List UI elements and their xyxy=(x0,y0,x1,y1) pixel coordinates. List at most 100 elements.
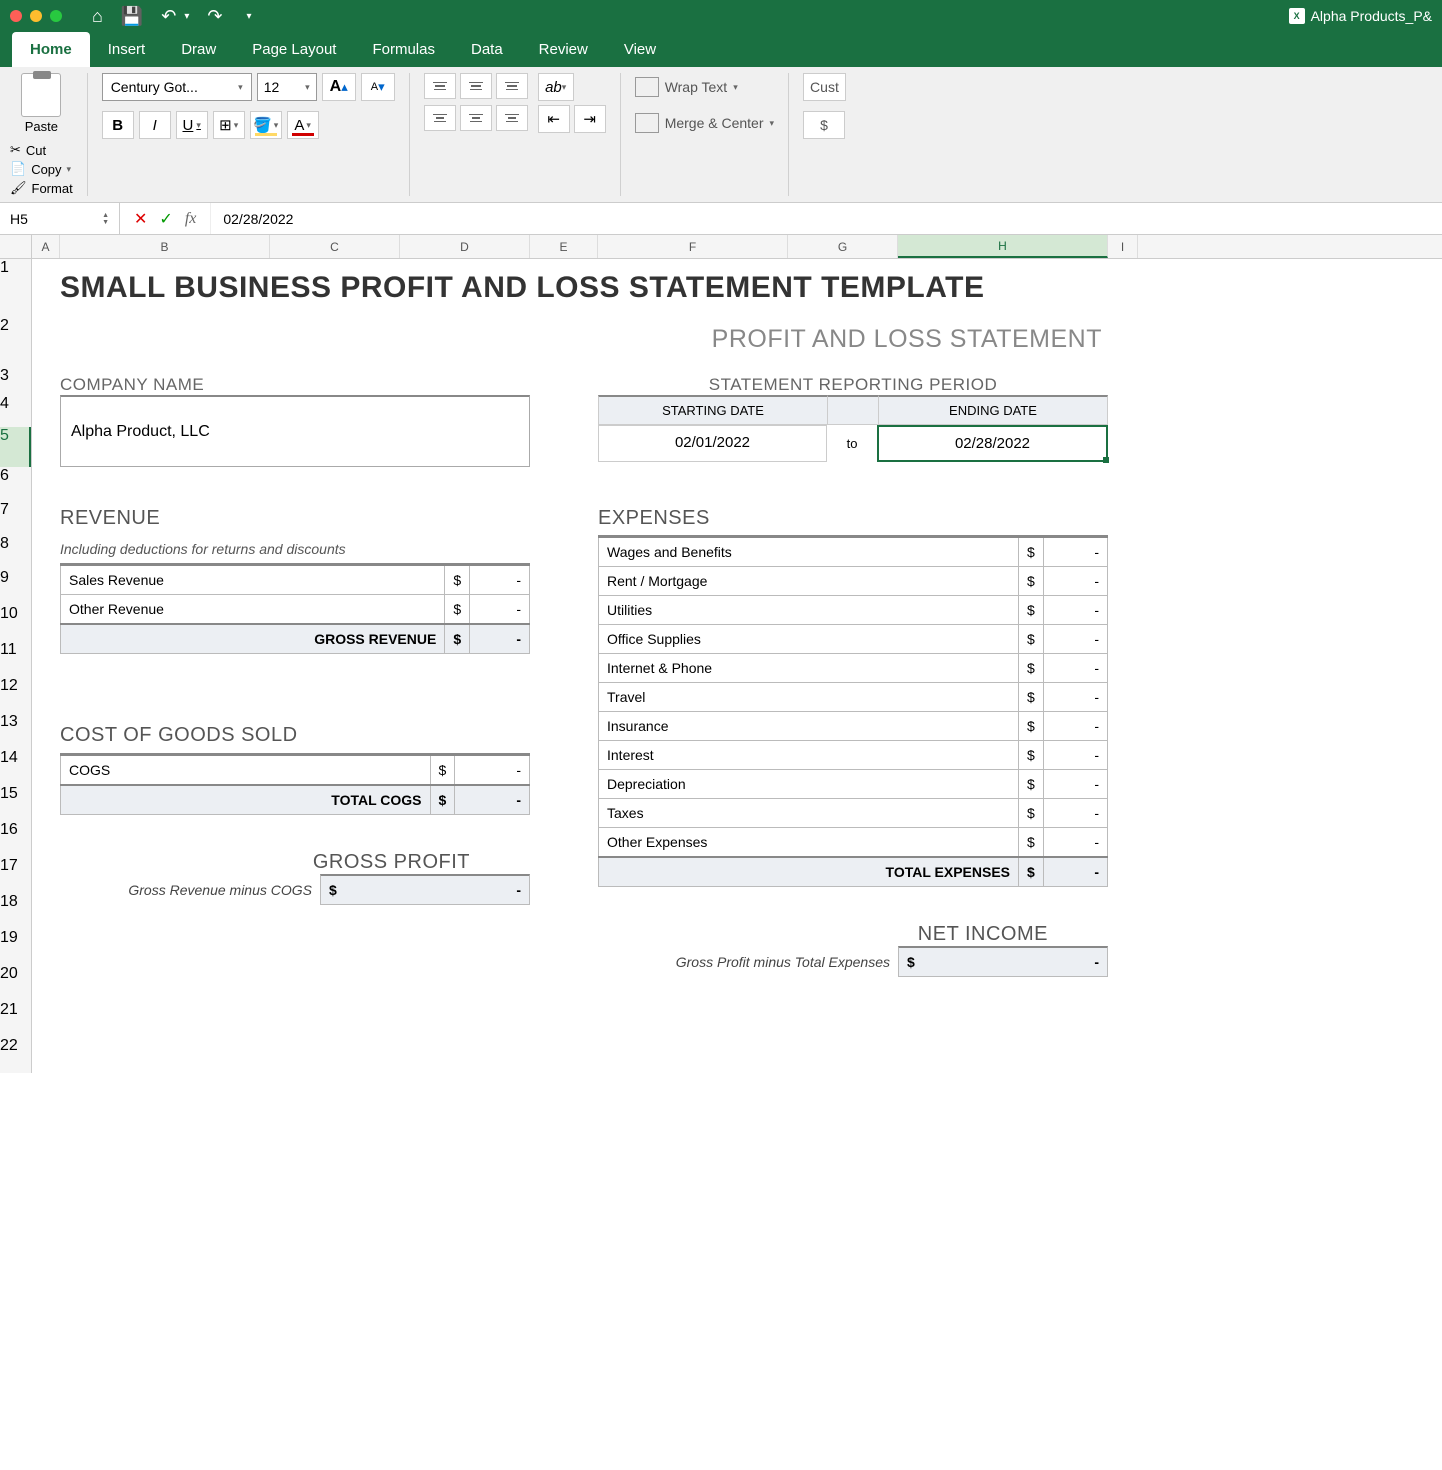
cell[interactable]: Office Supplies xyxy=(599,625,1019,654)
cell[interactable]: COGS xyxy=(61,755,431,786)
cell[interactable]: - xyxy=(1043,741,1107,770)
cell[interactable]: - xyxy=(470,565,530,595)
row-header-1[interactable]: 1 xyxy=(0,259,31,317)
select-all-corner[interactable] xyxy=(0,235,32,258)
align-top-button[interactable] xyxy=(424,73,456,99)
copy-button[interactable]: 📄Copy▾ xyxy=(10,161,73,177)
cell[interactable]: - xyxy=(1043,625,1107,654)
undo-icon[interactable]: ↶ xyxy=(161,6,176,27)
align-right-button[interactable] xyxy=(496,105,528,131)
font-size-select[interactable]: 12▾ xyxy=(257,73,317,101)
row-header-16[interactable]: 16 xyxy=(0,821,31,857)
row-header-8[interactable]: 8 xyxy=(0,535,31,569)
cell[interactable]: $ xyxy=(1019,741,1044,770)
tab-page-layout[interactable]: Page Layout xyxy=(234,32,354,67)
row-header-9[interactable]: 9 xyxy=(0,569,31,605)
row-header-20[interactable]: 20 xyxy=(0,965,31,1001)
cell[interactable]: $ xyxy=(1019,828,1044,858)
close-window-button[interactable] xyxy=(10,10,22,22)
qat-customize-icon[interactable]: ▾ xyxy=(247,11,252,22)
cell[interactable]: Utilities xyxy=(599,596,1019,625)
cell[interactable]: $ xyxy=(1019,770,1044,799)
redo-icon[interactable]: ↷ xyxy=(207,6,222,27)
currency-button[interactable]: $ xyxy=(803,111,845,139)
ending-date-cell[interactable]: 02/28/2022 xyxy=(877,425,1108,462)
cell[interactable]: - xyxy=(1043,799,1107,828)
row-header-5[interactable]: 5 xyxy=(0,427,31,467)
confirm-icon[interactable]: ✓ xyxy=(159,209,172,229)
tab-home[interactable]: Home xyxy=(12,32,90,67)
cell[interactable]: $ xyxy=(1019,596,1044,625)
underline-button[interactable]: U▾ xyxy=(176,111,208,139)
cell[interactable]: $ xyxy=(1019,537,1044,567)
cell[interactable]: - xyxy=(1043,712,1107,741)
cell[interactable]: - xyxy=(1043,567,1107,596)
cell[interactable]: Taxes xyxy=(599,799,1019,828)
tab-formulas[interactable]: Formulas xyxy=(354,32,453,67)
cell[interactable]: $ xyxy=(1019,683,1044,712)
cell[interactable]: - xyxy=(470,595,530,625)
col-header-b[interactable]: B xyxy=(60,235,270,258)
format-painter-button[interactable]: 🖌Format xyxy=(10,180,73,196)
name-box-spinners[interactable]: ▲▼ xyxy=(102,212,109,226)
cell[interactable]: Rent / Mortgage xyxy=(599,567,1019,596)
row-header-7[interactable]: 7 xyxy=(0,501,31,535)
cell[interactable]: Internet & Phone xyxy=(599,654,1019,683)
cut-button[interactable]: ✂Cut xyxy=(10,142,73,158)
row-header-13[interactable]: 13 xyxy=(0,713,31,749)
font-name-select[interactable]: Century Got...▾ xyxy=(102,73,252,101)
cell[interactable]: $ xyxy=(1019,625,1044,654)
company-name-cell[interactable]: Alpha Product, LLC xyxy=(60,395,530,467)
col-header-f[interactable]: F xyxy=(598,235,788,258)
col-header-h[interactable]: H xyxy=(898,235,1108,258)
align-center-button[interactable] xyxy=(460,105,492,131)
bold-button[interactable]: B xyxy=(102,111,134,139)
col-header-c[interactable]: C xyxy=(270,235,400,258)
col-header-a[interactable]: A xyxy=(32,235,60,258)
undo-dropdown-icon[interactable]: ▾ xyxy=(184,11,189,22)
home-icon[interactable]: ⌂ xyxy=(92,6,103,27)
cell[interactable]: $ xyxy=(1019,654,1044,683)
orientation-button[interactable]: ab▾ xyxy=(538,73,574,101)
cell[interactable]: - xyxy=(1043,683,1107,712)
cell[interactable]: - xyxy=(1043,828,1107,858)
cell[interactable]: $ xyxy=(1019,712,1044,741)
tab-review[interactable]: Review xyxy=(521,32,606,67)
row-header-2[interactable]: 2 xyxy=(0,317,31,367)
row-header-6[interactable]: 6 xyxy=(0,467,31,501)
border-button[interactable]: ⊞▾ xyxy=(213,111,245,139)
cell[interactable]: $ xyxy=(445,595,470,625)
row-header-22[interactable]: 22 xyxy=(0,1037,31,1073)
cell[interactable]: - xyxy=(1043,654,1107,683)
italic-button[interactable]: I xyxy=(139,111,171,139)
copy-dropdown-icon[interactable]: ▾ xyxy=(67,164,72,175)
sheet-content[interactable]: SMALL BUSINESS PROFIT AND LOSS STATEMENT… xyxy=(32,259,1442,1073)
formula-value[interactable]: 02/28/2022 xyxy=(211,211,305,227)
save-icon[interactable]: 💾 xyxy=(121,6,143,27)
cell[interactable]: Insurance xyxy=(599,712,1019,741)
number-format-select[interactable]: Cust xyxy=(803,73,846,101)
cell[interactable]: - xyxy=(1043,537,1107,567)
row-header-15[interactable]: 15 xyxy=(0,785,31,821)
align-left-button[interactable] xyxy=(424,105,456,131)
align-bottom-button[interactable] xyxy=(496,73,528,99)
paste-button[interactable]: Paste xyxy=(10,73,73,134)
row-header-3[interactable]: 3 xyxy=(0,367,31,395)
cancel-icon[interactable]: ✕ xyxy=(134,209,147,229)
font-color-button[interactable]: A▾ xyxy=(287,111,319,139)
fill-color-button[interactable]: 🪣▾ xyxy=(250,111,282,139)
col-header-g[interactable]: G xyxy=(788,235,898,258)
cell[interactable]: - xyxy=(455,755,530,786)
col-header-d[interactable]: D xyxy=(400,235,530,258)
col-header-e[interactable]: E xyxy=(530,235,598,258)
row-header-18[interactable]: 18 xyxy=(0,893,31,929)
align-middle-button[interactable] xyxy=(460,73,492,99)
cell[interactable]: Travel xyxy=(599,683,1019,712)
cell[interactable]: $ xyxy=(1019,799,1044,828)
cell[interactable]: Wages and Benefits xyxy=(599,537,1019,567)
row-header-21[interactable]: 21 xyxy=(0,1001,31,1037)
row-header-10[interactable]: 10 xyxy=(0,605,31,641)
increase-font-button[interactable]: A▴ xyxy=(322,73,356,101)
cell[interactable]: - xyxy=(1043,770,1107,799)
row-header-14[interactable]: 14 xyxy=(0,749,31,785)
